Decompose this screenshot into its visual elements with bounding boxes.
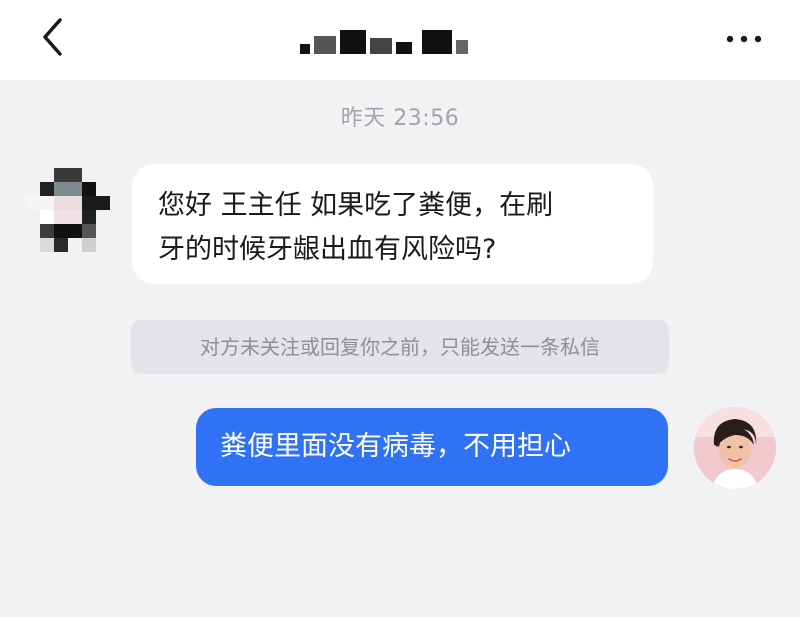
chevron-left-icon xyxy=(43,18,62,56)
chat-screen: 昨天 23:56 您好 王主任 如果吃了粪便，在刷 牙的时候牙龈出血有风险吗? … xyxy=(0,0,800,617)
my-avatar[interactable] xyxy=(694,407,776,489)
contact-avatar-pixelated[interactable] xyxy=(26,168,110,252)
chat-header xyxy=(0,0,800,80)
more-options-button[interactable] xyxy=(720,22,770,56)
contact-name-redacted xyxy=(300,30,470,54)
back-button[interactable] xyxy=(30,12,80,62)
message-timestamp: 昨天 23:56 xyxy=(340,106,460,131)
user-photo-icon xyxy=(694,407,776,489)
incoming-message-bubble[interactable]: 您好 王主任 如果吃了粪便，在刷 牙的时候牙龈出血有风险吗? xyxy=(132,164,653,284)
message-line: 牙的时候牙龈出血有风险吗? xyxy=(158,234,497,265)
message-line: 您好 王主任 如果吃了粪便，在刷 xyxy=(158,190,554,221)
outgoing-message-bubble[interactable]: 粪便里面没有病毒，不用担心 xyxy=(196,408,668,486)
system-notice: 对方未关注或回复你之前，只能发送一条私信 xyxy=(131,320,669,374)
ellipsis-icon xyxy=(726,35,762,43)
